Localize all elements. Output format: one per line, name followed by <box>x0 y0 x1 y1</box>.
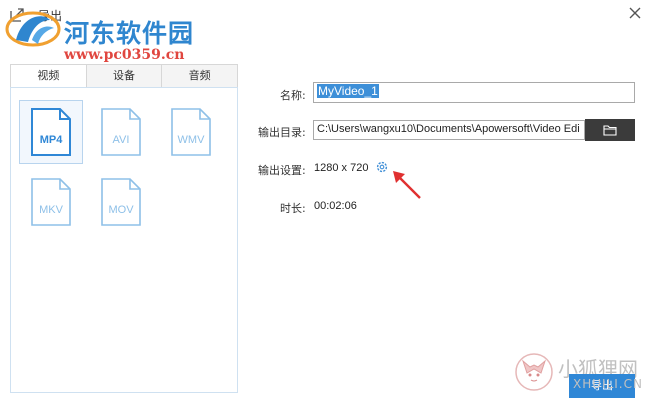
duration-value: 00:02:06 <box>314 200 357 212</box>
watermark-corner-url: XHUILI.CN <box>573 377 643 391</box>
output-dir-label: 输出目录: <box>258 126 306 139</box>
fox-watermark-icon <box>515 353 553 391</box>
format-panel: MP4 AVI WMV MKV MOV <box>10 87 238 393</box>
name-field[interactable]: MyVideo_1 <box>313 82 635 103</box>
tab-audio[interactable]: 音频 <box>162 64 239 88</box>
avi-file-icon: AVI <box>101 108 141 156</box>
format-label: MOV <box>108 204 134 216</box>
mov-file-icon: MOV <box>101 178 141 226</box>
format-label: MKV <box>39 204 64 216</box>
folder-icon <box>603 125 617 136</box>
watermark-site-name: 河东软件园 <box>64 19 195 48</box>
browse-folder-button[interactable] <box>585 119 635 141</box>
output-settings-label: 输出设置: <box>258 164 306 177</box>
output-dir-field[interactable]: C:\Users\wangxu10\Documents\Apowersoft\V… <box>313 120 585 140</box>
name-label: 名称: <box>280 89 306 102</box>
format-avi[interactable]: AVI <box>89 100 153 164</box>
format-mp4[interactable]: MP4 <box>19 100 83 164</box>
close-icon[interactable] <box>626 4 644 22</box>
wmv-file-icon: WMV <box>171 108 211 156</box>
tab-video[interactable]: 视频 <box>10 64 87 88</box>
watermark-site-url: www.pc0359.cn <box>64 47 185 63</box>
format-mov[interactable]: MOV <box>89 170 153 234</box>
format-label: AVI <box>113 134 130 146</box>
mp4-file-icon: MP4 <box>31 108 71 156</box>
tab-device[interactable]: 设备 <box>86 64 163 88</box>
format-mkv[interactable]: MKV <box>19 170 83 234</box>
name-value: MyVideo_1 <box>317 84 379 98</box>
duration-label: 时长: <box>280 202 306 215</box>
format-wmv[interactable]: WMV <box>159 100 223 164</box>
watermark-logo-icon <box>5 11 61 47</box>
mkv-file-icon: MKV <box>31 178 71 226</box>
format-label: WMV <box>178 134 206 146</box>
category-tabs: 视频 设备 音频 <box>10 64 239 88</box>
gear-icon[interactable] <box>375 160 389 174</box>
annotation-arrow-icon <box>393 171 421 199</box>
output-settings-value: 1280 x 720 <box>314 162 369 174</box>
format-label: MP4 <box>40 134 64 146</box>
